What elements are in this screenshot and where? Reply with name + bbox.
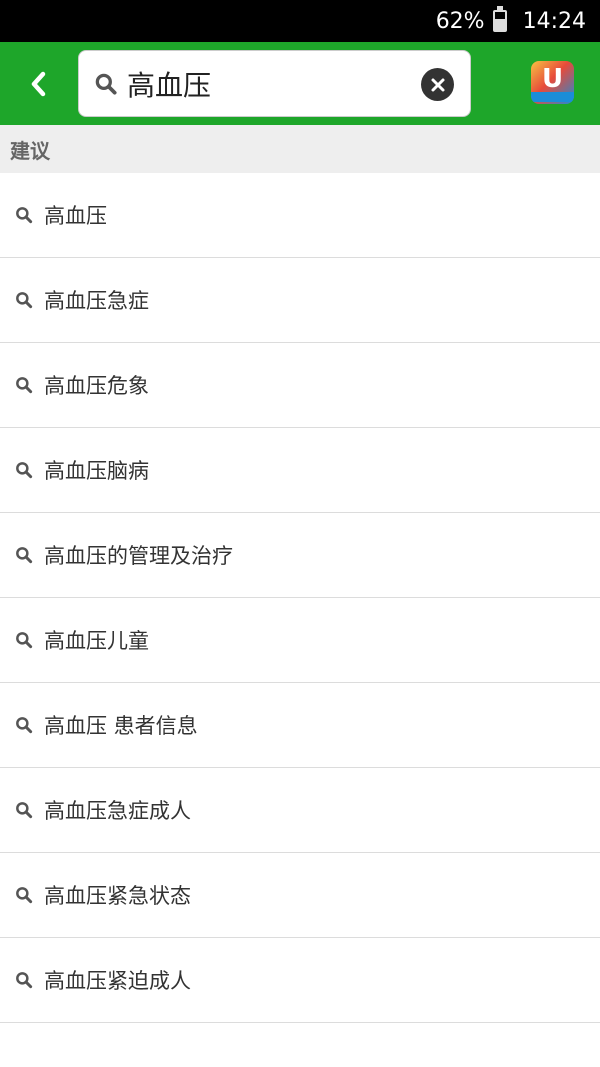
- suggestion-item[interactable]: 高血压急症: [0, 258, 600, 343]
- clock: 14:24: [522, 8, 586, 34]
- battery-percent: 62%: [435, 8, 485, 34]
- suggestion-label: 高血压急症: [44, 289, 149, 313]
- suggestion-label: 高血压紧迫成人: [44, 969, 191, 993]
- top-bar: U: [0, 42, 600, 125]
- chevron-left-icon: [31, 71, 46, 96]
- search-icon: [16, 802, 33, 819]
- suggestion-item[interactable]: 高血压紧迫成人: [0, 938, 600, 1023]
- search-icon: [16, 377, 33, 394]
- section-title: 建议: [10, 138, 50, 163]
- battery-icon: [492, 6, 507, 32]
- suggestion-label: 高血压紧急状态: [44, 884, 191, 908]
- suggestion-item[interactable]: 高血压紧急状态: [0, 853, 600, 938]
- suggestion-item[interactable]: 高血压儿童: [0, 598, 600, 683]
- search-icon: [16, 632, 33, 649]
- suggestion-label: 高血压: [44, 204, 107, 228]
- search-icon: [16, 717, 33, 734]
- status-bar: 62% 14:24: [0, 0, 600, 42]
- suggestion-item[interactable]: 高血压 患者信息: [0, 683, 600, 768]
- clear-search-button[interactable]: [421, 68, 454, 101]
- suggestion-label: 高血压儿童: [44, 629, 149, 653]
- suggestion-item[interactable]: 高血压: [0, 173, 600, 258]
- suggestion-label: 高血压急症成人: [44, 799, 191, 823]
- suggestion-item[interactable]: 高血压危象: [0, 343, 600, 428]
- app-logo[interactable]: U: [531, 61, 574, 104]
- search-icon: [16, 547, 33, 564]
- suggestion-item[interactable]: 高血压急症成人: [0, 768, 600, 853]
- close-icon: [431, 78, 444, 91]
- search-icon: [16, 207, 33, 224]
- app-logo-letter: U: [541, 63, 564, 94]
- suggestion-label: 高血压的管理及治疗: [44, 544, 233, 568]
- suggestion-list: 高血压 高血压急症 高血压危象 高血压脑病 高血压的管理及治疗 高血压儿童 高血…: [0, 173, 600, 1023]
- search-icon: [16, 887, 33, 904]
- section-header: 建议: [0, 125, 600, 173]
- suggestion-label: 高血压危象: [44, 374, 149, 398]
- suggestion-label: 高血压脑病: [44, 459, 149, 483]
- suggestion-label: 高血压 患者信息: [44, 714, 198, 738]
- search-box[interactable]: [78, 50, 471, 117]
- back-button[interactable]: [0, 42, 76, 125]
- suggestion-item[interactable]: 高血压脑病: [0, 428, 600, 513]
- search-icon: [16, 462, 33, 479]
- search-input[interactable]: [127, 67, 407, 100]
- suggestion-item[interactable]: 高血压的管理及治疗: [0, 513, 600, 598]
- search-icon: [95, 73, 117, 95]
- search-icon: [16, 292, 33, 309]
- search-icon: [16, 972, 33, 989]
